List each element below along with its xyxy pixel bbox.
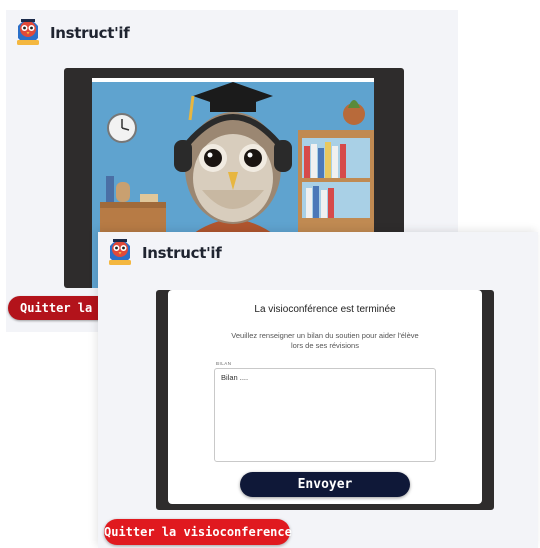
send-button[interactable]: Envoyer: [240, 471, 410, 497]
modal-title: La visioconférence est terminée: [254, 304, 396, 315]
owl-logo-icon: [109, 239, 131, 265]
brand-name: Instruct'if: [142, 244, 222, 262]
bilan-textarea[interactable]: Bilan ....: [214, 367, 436, 462]
brand-name: Instruct'if: [50, 24, 130, 42]
modal-description: Veuillez renseigner un bilan du soutien …: [231, 331, 419, 350]
brand-header: Instruct'if: [106, 236, 222, 270]
end-of-call-modal: La visioconférence est terminée Veuillez…: [168, 290, 482, 504]
brand-header: Instruct'if: [14, 16, 130, 50]
bilan-field-label: BILAN: [216, 360, 232, 366]
quit-videoconference-button[interactable]: Quitter la visioconference: [104, 519, 292, 545]
owl-logo-icon: [17, 19, 39, 45]
front-screenshot: Instruct'if La visioconférence est termi…: [98, 232, 538, 548]
modal-frame: La visioconférence est terminée Veuillez…: [156, 290, 494, 510]
